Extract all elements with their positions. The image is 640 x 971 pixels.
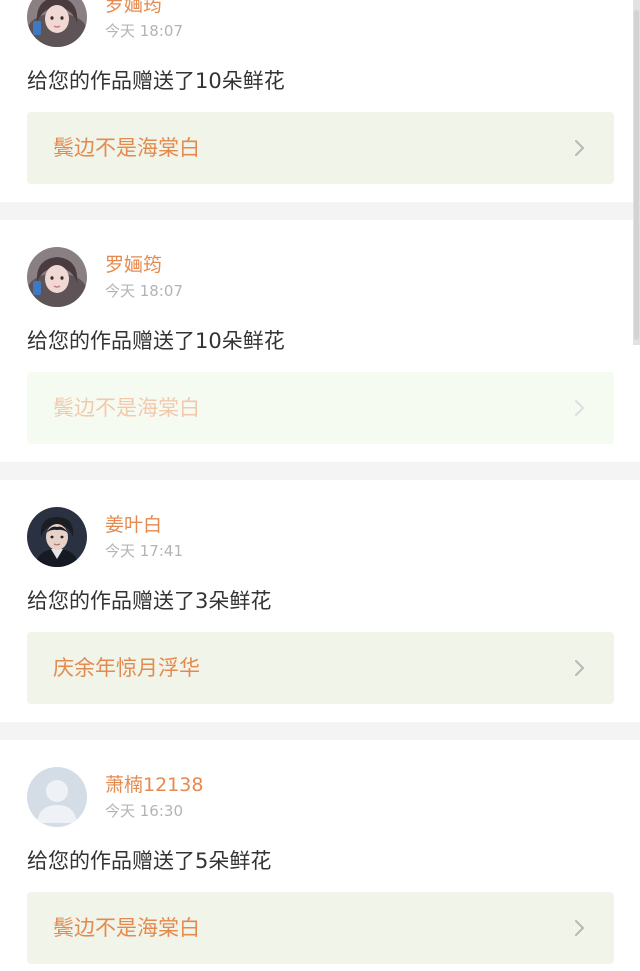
gift-message: 给您的作品赠送了5朵鲜花 bbox=[27, 849, 272, 873]
chevron-right-icon bbox=[568, 397, 590, 419]
timestamp: 今天 18:07 bbox=[105, 22, 183, 40]
user-name[interactable]: 萧楠12138 bbox=[105, 773, 203, 797]
scrollbar-thumb[interactable] bbox=[634, 10, 639, 340]
boy-avatar-icon[interactable] bbox=[27, 507, 87, 567]
notification-card: 萧楠12138 今天 16:30 给您的作品赠送了5朵鲜花 鬓边不是海棠白 bbox=[0, 740, 640, 971]
default-avatar-icon[interactable] bbox=[27, 767, 87, 827]
girl-avatar-icon[interactable] bbox=[27, 0, 87, 47]
timestamp: 今天 17:41 bbox=[105, 542, 183, 560]
work-title: 鬓边不是海棠白 bbox=[53, 396, 200, 420]
work-title: 庆余年惊月浮华 bbox=[53, 656, 200, 680]
chevron-right-icon bbox=[568, 917, 590, 939]
work-link[interactable]: 鬓边不是海棠白 bbox=[27, 372, 614, 444]
timestamp: 今天 18:07 bbox=[105, 282, 183, 300]
work-link[interactable]: 庆余年惊月浮华 bbox=[27, 632, 614, 704]
gift-message: 给您的作品赠送了3朵鲜花 bbox=[27, 589, 272, 613]
work-title: 鬓边不是海棠白 bbox=[53, 916, 200, 940]
work-title: 鬓边不是海棠白 bbox=[53, 136, 200, 160]
chevron-right-icon bbox=[568, 657, 590, 679]
notification-card: 罗婳筠 今天 18:07 给您的作品赠送了10朵鲜花 鬓边不是海棠白 bbox=[0, 0, 640, 202]
notification-feed[interactable]: 罗婳筠 今天 18:07 给您的作品赠送了10朵鲜花 鬓边不是海棠白 罗婳筠 今… bbox=[0, 0, 640, 971]
user-name[interactable]: 罗婳筠 bbox=[105, 253, 162, 277]
user-name[interactable]: 罗婳筠 bbox=[105, 0, 162, 17]
notification-card: 姜叶白 今天 17:41 给您的作品赠送了3朵鲜花 庆余年惊月浮华 bbox=[0, 480, 640, 722]
notification-card: 罗婳筠 今天 18:07 给您的作品赠送了10朵鲜花 鬓边不是海棠白 bbox=[0, 220, 640, 462]
timestamp: 今天 16:30 bbox=[105, 802, 183, 820]
scrollbar[interactable] bbox=[633, 0, 640, 345]
gift-message: 给您的作品赠送了10朵鲜花 bbox=[27, 69, 285, 93]
user-name[interactable]: 姜叶白 bbox=[105, 513, 162, 537]
chevron-right-icon bbox=[568, 137, 590, 159]
work-link[interactable]: 鬓边不是海棠白 bbox=[27, 892, 614, 964]
girl-avatar-icon[interactable] bbox=[27, 247, 87, 307]
gift-message: 给您的作品赠送了10朵鲜花 bbox=[27, 329, 285, 353]
work-link[interactable]: 鬓边不是海棠白 bbox=[27, 112, 614, 184]
